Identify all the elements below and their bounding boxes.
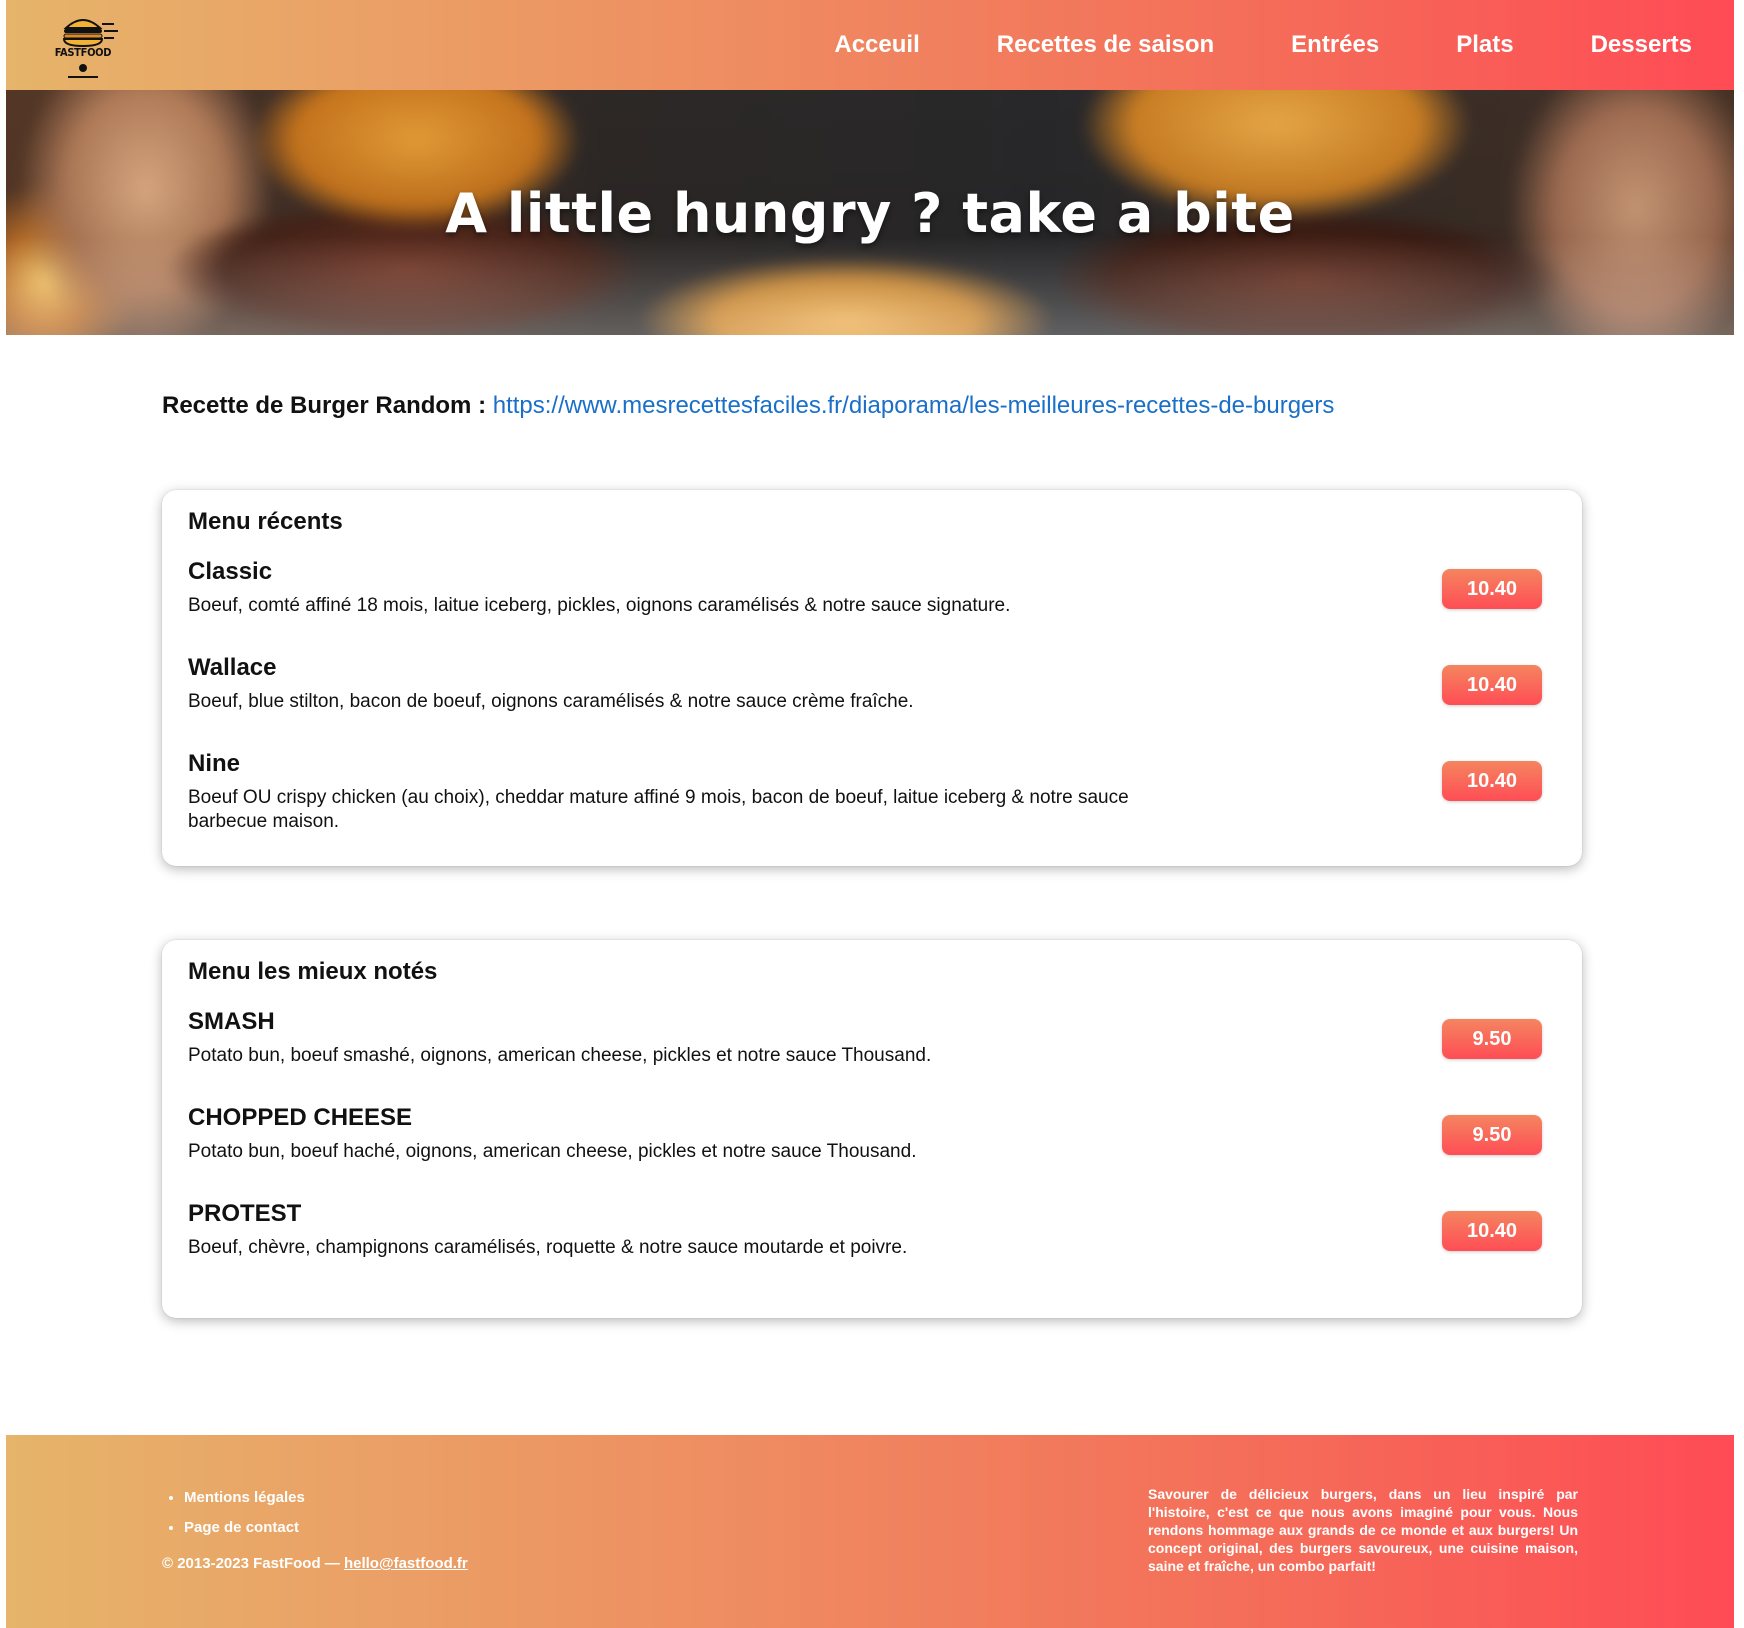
menu-item: Classic Boeuf, comté affiné 18 mois, lai…: [188, 558, 1558, 618]
menu-item-desc: Boeuf, comté affiné 18 mois, laitue iceb…: [188, 595, 1011, 616]
price-button[interactable]: 10.40: [1442, 1211, 1542, 1251]
menu-item-name: Nine: [188, 750, 241, 777]
footer-blurb: Savourer de délicieux burgers, dans un l…: [1148, 1486, 1578, 1574]
nav-desserts[interactable]: Desserts: [1591, 31, 1692, 59]
menu-item-name: Classic: [188, 558, 273, 585]
burger-icon: [62, 19, 118, 48]
menu-item-name: Wallace: [188, 654, 277, 681]
menu-title: Menu les mieux notés: [188, 958, 438, 985]
copyright: © 2013-2023 FastFood — hello@fastfood.fr: [162, 1555, 468, 1572]
price-button[interactable]: 10.40: [1442, 761, 1542, 801]
menu-item-desc: Potato bun, boeuf haché, oignons, americ…: [188, 1141, 917, 1162]
menu-item-desc: Boeuf, chèvre, champignons caramélisés, …: [188, 1237, 908, 1258]
site-footer: Mentions légales Page de contact © 2013-…: [6, 1435, 1734, 1628]
nav-acceuil[interactable]: Acceuil: [834, 31, 919, 59]
contact-page-link[interactable]: Page de contact: [184, 1519, 299, 1536]
menu-item-name: CHOPPED CHEESE: [188, 1104, 413, 1131]
mentions-legales-link[interactable]: Mentions légales: [184, 1489, 305, 1506]
menu-item-name: PROTEST: [188, 1200, 302, 1227]
random-recipe: Recette de Burger Random : https://www.m…: [162, 392, 1334, 420]
footer-links: Mentions légales Page de contact: [162, 1483, 305, 1543]
logo-text: FASTFOOD: [54, 46, 112, 59]
price-button[interactable]: 9.50: [1442, 1019, 1542, 1059]
menu-card-recents: Menu récents Classic Boeuf, comté affiné…: [162, 490, 1582, 866]
menu-item: SMASH Potato bun, boeuf smashé, oignons,…: [188, 1008, 1558, 1068]
hero-banner: A little hungry ? take a bite: [6, 90, 1734, 335]
menu-item: Wallace Boeuf, blue stilton, bacon de bo…: [188, 654, 1558, 714]
menu-item-desc: Potato bun, boeuf smashé, oignons, ameri…: [188, 1045, 932, 1066]
menu-item: CHOPPED CHEESE Potato bun, boeuf haché, …: [188, 1104, 1558, 1164]
email-link[interactable]: hello@fastfood.fr: [344, 1555, 468, 1572]
menu-card-mieux-notes: Menu les mieux notés SMASH Potato bun, b…: [162, 940, 1582, 1318]
random-recipe-link[interactable]: https://www.mesrecettesfaciles.fr/diapor…: [493, 392, 1335, 419]
hero-title: A little hungry ? take a bite: [445, 182, 1295, 245]
footer-link-item: Page de contact: [184, 1513, 305, 1543]
nav-plats[interactable]: Plats: [1456, 31, 1513, 59]
price-button[interactable]: 10.40: [1442, 569, 1542, 609]
nav-entrees[interactable]: Entrées: [1291, 31, 1379, 59]
menu-item: Nine Boeuf OU crispy chicken (au choix),…: [188, 750, 1558, 834]
site-header: FASTFOOD Acceuil Recettes de saison Entr…: [6, 0, 1734, 90]
menu-title: Menu récents: [188, 508, 343, 535]
price-button[interactable]: 10.40: [1442, 665, 1542, 705]
price-button[interactable]: 9.50: [1442, 1115, 1542, 1155]
menu-item: PROTEST Boeuf, chèvre, champignons caram…: [188, 1200, 1558, 1260]
fastfood-logo[interactable]: FASTFOOD: [46, 10, 120, 80]
footer-link-item: Mentions légales: [184, 1483, 305, 1513]
menu-item-desc: Boeuf OU crispy chicken (au choix), ched…: [188, 787, 1129, 832]
random-recipe-label: Recette de Burger Random :: [162, 392, 487, 419]
menu-item-desc: Boeuf, blue stilton, bacon de boeuf, oig…: [188, 691, 914, 712]
copyright-text: © 2013-2023 FastFood —: [162, 1555, 344, 1572]
menu-item-name: SMASH: [188, 1008, 275, 1035]
nav-recettes-de-saison[interactable]: Recettes de saison: [997, 31, 1214, 59]
logo-badge-icon: [68, 64, 98, 78]
main-nav: Acceuil Recettes de saison Entrées Plats…: [834, 0, 1692, 90]
page: FASTFOOD Acceuil Recettes de saison Entr…: [6, 0, 1734, 1628]
